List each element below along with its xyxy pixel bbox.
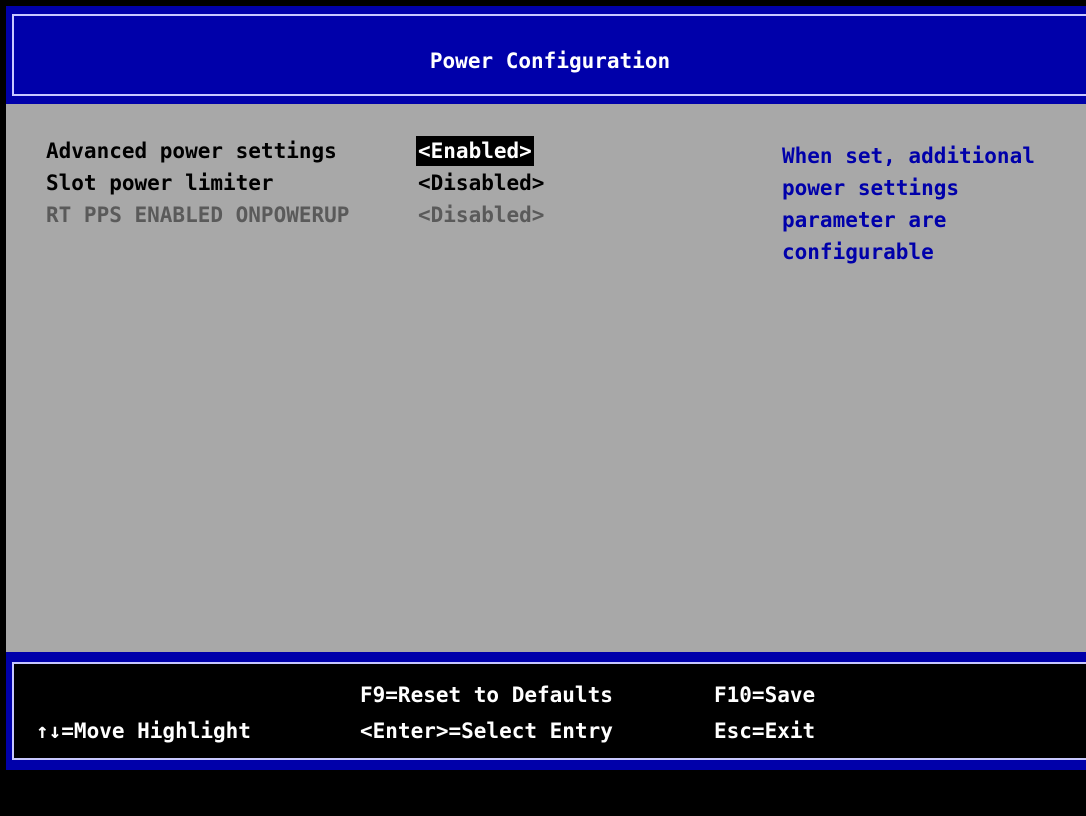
bottom-strip <box>0 770 1086 816</box>
help-line: configurable <box>782 240 934 264</box>
setting-value-disabled: <Disabled> <box>418 203 545 227</box>
footer-bar: ↑↓=Move Highlight F9=Reset to Defaults <… <box>6 652 1086 770</box>
header-frame: Power Configuration <box>12 14 1086 96</box>
page-title: Power Configuration <box>429 49 671 73</box>
key-select-entry: <Enter>=Select Entry <box>360 719 613 743</box>
key-save: F10=Save <box>714 683 816 707</box>
setting-value[interactable]: <Disabled> <box>416 168 546 198</box>
bios-screen: Power Configuration Advanced power setti… <box>0 0 1086 816</box>
key-help-panel: ↑↓=Move Highlight F9=Reset to Defaults <… <box>12 662 1086 760</box>
key-exit: Esc=Exit <box>714 719 816 743</box>
help-line: When set, additional <box>782 144 1035 168</box>
help-line: parameter are <box>782 208 947 232</box>
header-bar: Power Configuration <box>6 6 1086 104</box>
settings-panel: Advanced power settings <Enabled> Slot p… <box>6 104 1086 652</box>
setting-label: Slot power limiter <box>46 171 274 195</box>
setting-value-selected[interactable]: <Enabled> <box>416 136 534 166</box>
setting-label: Advanced power settings <box>46 139 337 163</box>
help-text: When set, additional power settings para… <box>782 140 1082 268</box>
help-line: power settings <box>782 176 960 200</box>
setting-label: RT PPS ENABLED ONPOWERUP <box>46 203 350 227</box>
key-move-highlight: ↑↓=Move Highlight <box>36 719 251 743</box>
key-reset-defaults: F9=Reset to Defaults <box>360 683 613 707</box>
